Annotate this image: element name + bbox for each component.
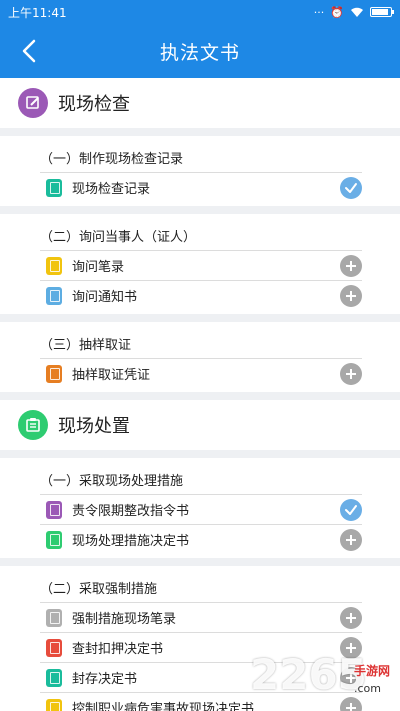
document-icon (46, 638, 62, 657)
group-divider (0, 128, 400, 136)
group-title: （二）询问当事人（证人） (40, 230, 197, 245)
document-group: （三）抽样取证抽样取证凭证 (0, 322, 400, 392)
battery-icon (370, 7, 394, 17)
document-label: 现场检查记录 (72, 182, 151, 197)
document-item[interactable]: 抽样取证凭证 (40, 358, 362, 388)
add-icon[interactable] (340, 255, 362, 277)
document-icon (46, 608, 62, 627)
group-title: （一）采取现场处理措施 (40, 474, 184, 489)
group-divider (0, 450, 400, 458)
title-bar: 执法文书 (0, 24, 400, 78)
watermark: 2265 手游网 .com (250, 650, 400, 708)
document-icon (46, 178, 62, 197)
document-item[interactable]: 询问笔录 (40, 250, 362, 280)
section-header: 现场检查 (0, 78, 400, 128)
wifi-icon (351, 7, 363, 17)
document-label: 封存决定书 (72, 672, 138, 687)
check-icon[interactable] (340, 177, 362, 199)
document-label: 强制措施现场笔录 (72, 612, 177, 627)
document-icon (46, 256, 62, 275)
alarm-icon: ⏰ (330, 5, 344, 19)
document-label: 查封扣押决定书 (72, 642, 164, 657)
document-group: （二）询问当事人（证人） 询问笔录询问通知书 (0, 214, 400, 314)
section-title: 现场检查 (58, 94, 130, 115)
add-icon[interactable] (340, 285, 362, 307)
document-label: 控制职业病危害事故现场决定书 (72, 702, 255, 711)
group-title: （一）制作现场检查记录 (40, 152, 184, 167)
back-button[interactable] (14, 36, 44, 66)
edit-icon (18, 88, 48, 118)
group-title: （二）采取强制措施 (40, 582, 158, 597)
watermark-number: 2265 (250, 650, 367, 699)
document-label: 抽样取证凭证 (72, 368, 151, 383)
document-label: 现场处理措施决定书 (72, 534, 190, 549)
document-label: 责令限期整改指令书 (72, 504, 190, 519)
status-bar: 上午11:41 ··· ⏰ (0, 0, 400, 24)
document-item[interactable]: 现场检查记录 (40, 172, 362, 202)
section-divider (0, 392, 400, 400)
watermark-domain: .com (354, 682, 381, 695)
document-item[interactable]: 强制措施现场笔录 (40, 602, 362, 632)
document-label: 询问笔录 (72, 260, 125, 275)
document-icon (46, 500, 62, 519)
status-icons: ··· ⏰ (313, 5, 394, 19)
watermark-site: 手游网 (354, 664, 391, 678)
section-title: 现场处置 (58, 416, 130, 437)
document-icon (46, 364, 62, 383)
document-icon (46, 668, 62, 687)
document-group: （一）制作现场检查记录 现场检查记录 (0, 136, 400, 206)
more-icon: ··· (313, 5, 325, 19)
group-divider (0, 206, 400, 214)
clipboard-icon (18, 410, 48, 440)
document-item[interactable]: 责令限期整改指令书 (40, 494, 362, 524)
add-icon[interactable] (340, 363, 362, 385)
add-icon[interactable] (340, 607, 362, 629)
document-group: （一）采取现场处理措施责令限期整改指令书 现场处理措施决定书 (0, 458, 400, 558)
section-header: 现场处置 (0, 400, 400, 450)
add-icon[interactable] (340, 529, 362, 551)
page-title: 执法文书 (159, 41, 240, 64)
document-icon (46, 698, 62, 711)
document-item[interactable]: 询问通知书 (40, 280, 362, 310)
document-icon (46, 286, 62, 305)
status-time: 上午11:41 (8, 5, 67, 20)
document-list: 现场检查 （一）制作现场检查记录 现场检查记录 （二）询问当事人（证人） 询问笔录询问通… (0, 78, 400, 711)
chevron-left-icon (22, 39, 36, 63)
group-title: （三）抽样取证 (40, 338, 132, 353)
group-divider (0, 558, 400, 566)
group-divider (0, 314, 400, 322)
document-label: 询问通知书 (72, 290, 138, 305)
document-icon (46, 530, 62, 549)
document-item[interactable]: 现场处理措施决定书 (40, 524, 362, 554)
check-icon[interactable] (340, 499, 362, 521)
